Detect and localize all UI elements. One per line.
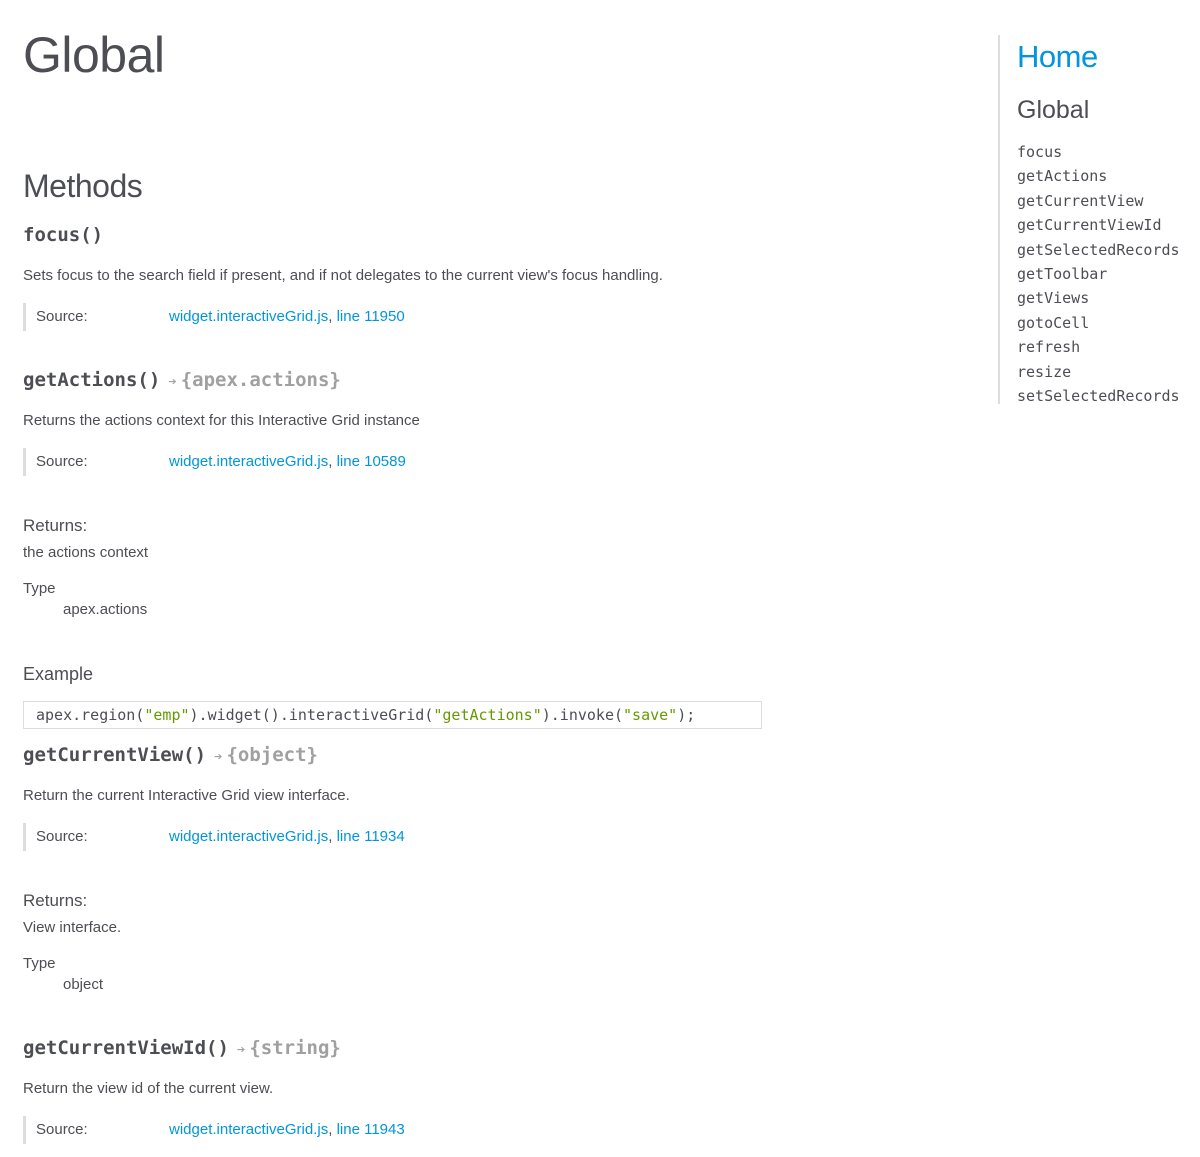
method-name: getActions() <box>23 369 161 391</box>
return-type: {object} <box>226 744 318 766</box>
source-line-link[interactable]: line 11943 <box>337 1121 405 1138</box>
example-heading: Example <box>23 664 94 684</box>
example-code: apex.region("emp").widget().interactiveG… <box>23 701 762 729</box>
sidebar-nav: Home Global focus getActions getCurrentV… <box>998 35 1200 405</box>
return-type: {string} <box>249 1037 341 1059</box>
nav-item-refresh[interactable]: refresh <box>1017 335 1180 359</box>
source-line-link[interactable]: line 11934 <box>337 828 405 845</box>
code-token: ).invoke( <box>541 706 624 724</box>
method-source: Source: widget.interactiveGrid.js, line 1… <box>23 1116 636 1144</box>
method-source: Source: widget.interactiveGrid.js, line 1… <box>23 823 636 851</box>
method-name: focus() <box>23 224 104 246</box>
method-getactions: getActions() ➔ {apex.actions} Returns the … <box>23 369 783 729</box>
nav-item-getactions[interactable]: getActions <box>1017 164 1180 188</box>
method-focus: focus() Sets focus to the search field i… <box>23 224 783 331</box>
type-value: apex.actions <box>63 601 148 618</box>
method-source: Source: widget.interactiveGrid.js, line 1… <box>23 303 636 331</box>
source-label: Source: <box>36 453 88 470</box>
source-label: Source: <box>36 828 88 845</box>
nav-item-focus[interactable]: focus <box>1017 140 1180 164</box>
returns-heading: Returns: <box>23 516 88 535</box>
method-name: getCurrentView() <box>23 744 207 766</box>
nav-method-list: focus getActions getCurrentView getCurre… <box>1017 140 1180 408</box>
nav-heading-global: Global <box>1017 96 1090 124</box>
source-file-link[interactable]: widget.interactiveGrid.js <box>169 453 328 470</box>
source-separator: , <box>328 453 333 470</box>
code-string: "getActions" <box>433 706 542 724</box>
return-type: {apex.actions} <box>180 369 341 391</box>
nav-item-setselectedrecords[interactable]: setSelectedRecords <box>1017 384 1180 408</box>
type-label: Type <box>23 955 56 972</box>
returns-description: the actions context <box>23 544 149 561</box>
returns-heading: Returns: <box>23 891 88 910</box>
code-token: ).widget().interactiveGrid( <box>189 706 434 724</box>
source-line-link[interactable]: line 11950 <box>337 308 405 325</box>
source-file-link[interactable]: widget.interactiveGrid.js <box>169 1121 328 1138</box>
method-description: Return the current Interactive Grid view… <box>23 787 350 804</box>
method-signature: getActions() ➔ {apex.actions} <box>23 369 783 391</box>
source-line-link[interactable]: line 10589 <box>337 453 406 470</box>
source-file-link[interactable]: widget.interactiveGrid.js <box>169 828 328 845</box>
nav-item-getcurrentview[interactable]: getCurrentView <box>1017 189 1180 213</box>
returns-description: View interface. <box>23 919 122 936</box>
method-description: Return the view id of the current view. <box>23 1080 274 1097</box>
code-token: ); <box>677 706 696 724</box>
section-title-methods: Methods <box>23 168 143 204</box>
source-separator: , <box>328 1121 333 1138</box>
method-source: Source: widget.interactiveGrid.js, line 1… <box>23 448 636 476</box>
returns-arrow-icon: ➔ <box>168 374 177 390</box>
code-token: apex.region( <box>36 706 145 724</box>
type-label: Type <box>23 580 56 597</box>
method-signature: getCurrentView() ➔ {object} <box>23 744 783 766</box>
nav-item-getcurrentviewid[interactable]: getCurrentViewId <box>1017 213 1180 237</box>
source-label: Source: <box>36 308 88 325</box>
code-string: "save" <box>623 706 678 724</box>
nav-item-getselectedrecords[interactable]: getSelectedRecords <box>1017 238 1180 262</box>
source-label: Source: <box>36 1121 88 1138</box>
method-getcurrentviewid: getCurrentViewId() ➔ {string} Return the v… <box>23 1037 783 1144</box>
nav-item-gotocell[interactable]: gotoCell <box>1017 311 1180 335</box>
home-link[interactable]: Home <box>1017 39 1098 75</box>
type-value: object <box>63 976 104 993</box>
method-description: Returns the actions context for this Int… <box>23 412 420 429</box>
nav-item-gettoolbar[interactable]: getToolbar <box>1017 262 1180 286</box>
method-description: Sets focus to the search field if presen… <box>23 267 663 284</box>
method-name: getCurrentViewId() <box>23 1037 229 1059</box>
nav-item-resize[interactable]: resize <box>1017 360 1180 384</box>
source-separator: , <box>328 828 333 845</box>
method-signature: focus() <box>23 224 783 246</box>
returns-arrow-icon: ➔ <box>214 749 223 765</box>
source-file-link[interactable]: widget.interactiveGrid.js <box>169 308 328 325</box>
nav-item-getviews[interactable]: getViews <box>1017 286 1180 310</box>
page-title: Global <box>23 27 165 83</box>
returns-arrow-icon: ➔ <box>236 1042 246 1058</box>
source-separator: , <box>328 308 333 325</box>
method-signature: getCurrentViewId() ➔ {string} <box>23 1037 783 1059</box>
method-getcurrentview: getCurrentView() ➔ {object} Return the cur… <box>23 744 783 993</box>
code-string: "emp" <box>144 706 190 724</box>
